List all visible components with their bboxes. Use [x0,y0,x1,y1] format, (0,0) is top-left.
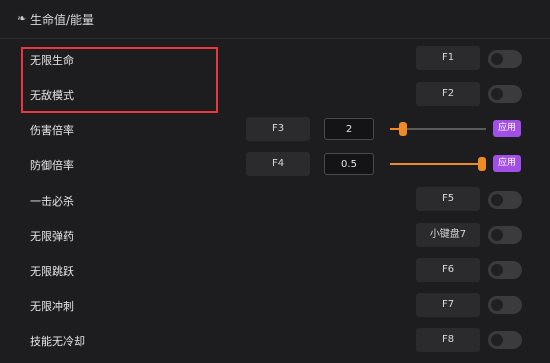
row-label-damage-multiplier: 伤害倍率 [30,124,74,137]
slider-fill [390,163,482,165]
toggle-god-mode[interactable] [488,85,522,103]
toggle-knob [491,88,503,100]
row-label-god-mode: 无敌模式 [30,89,74,102]
section-title: 生命值/能量 [30,13,95,27]
hotkey-button-defense-multiplier[interactable]: F4 [246,152,310,176]
toggle-no-cooldown[interactable] [488,331,522,349]
defense-multiplier-input[interactable]: 0.5 [324,153,374,175]
toggle-knob [491,194,503,206]
hotkey-button-infinite-health[interactable]: F1 [416,46,480,70]
row-label-infinite-sprint: 无限冲刺 [30,300,74,313]
hotkey-button-infinite-sprint[interactable]: F7 [416,293,480,317]
slider-thumb[interactable] [478,157,486,171]
row-label-one-hit-kill: 一击必杀 [30,195,74,208]
defense-multiplier-slider[interactable] [390,157,486,171]
toggle-infinite-ammo[interactable] [488,226,522,244]
row-label-infinite-health: 无限生命 [30,54,74,67]
toggle-infinite-jump[interactable] [488,261,522,279]
toggle-infinite-health[interactable] [488,50,522,68]
row-label-infinite-ammo: 无限弹药 [30,230,74,243]
toggle-knob [491,334,503,346]
toggle-knob [491,229,503,241]
hotkey-button-damage-multiplier[interactable]: F3 [246,117,310,141]
row-label-no-cooldown: 技能无冷却 [30,335,85,348]
toggle-one-hit-kill[interactable] [488,191,522,209]
apply-button-defense[interactable]: 应用 [493,155,521,172]
toggle-knob [491,264,503,276]
slider-thumb[interactable] [399,122,407,136]
hotkey-button-infinite-ammo[interactable]: 小键盘7 [416,223,480,247]
damage-multiplier-input[interactable]: 2 [324,118,374,140]
hotkey-button-infinite-jump[interactable]: F6 [416,258,480,282]
apply-button-damage[interactable]: 应用 [493,120,521,137]
row-label-defense-multiplier: 防御倍率 [30,159,74,172]
toggle-knob [491,299,503,311]
toggle-knob [491,53,503,65]
cheat-panel: ❧ 生命值/能量 无限生命 F1 无敌模式 F2 伤害倍率 F3 2 应用 防御… [0,0,550,363]
row-label-infinite-jump: 无限跳跃 [30,265,74,278]
section-header[interactable]: ❧ 生命值/能量 [0,0,550,39]
toggle-infinite-sprint[interactable] [488,296,522,314]
hotkey-button-god-mode[interactable]: F2 [416,82,480,106]
damage-multiplier-slider[interactable] [390,122,486,136]
hotkey-button-no-cooldown[interactable]: F8 [416,328,480,352]
hotkey-button-one-hit-kill[interactable]: F5 [416,187,480,211]
feather-icon: ❧ [17,12,27,25]
